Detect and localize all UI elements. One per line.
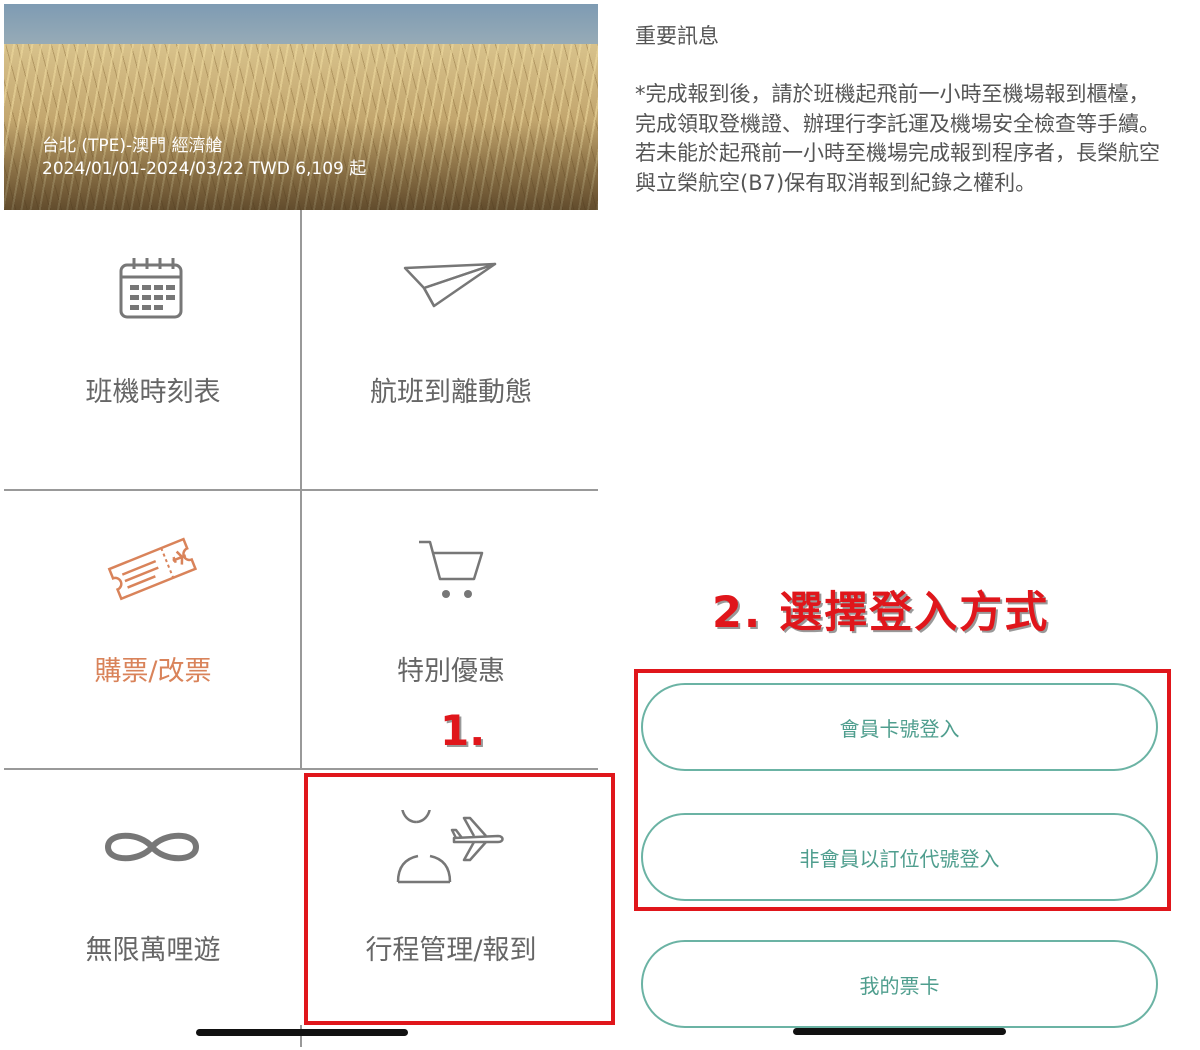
tile-label-ticket: 購票/改票 [94,656,212,687]
ticket-icon [107,537,198,601]
tile-label-schedule: 班機時刻表 [85,377,221,408]
nonmember-booking-code-login-button[interactable]: 非會員以訂位代號登入 [641,813,1158,901]
calendar-icon [119,258,183,319]
my-ticket-card-button[interactable]: 我的票卡 [641,940,1158,1028]
shopping-cart-icon [419,540,484,598]
tile-buy-change-ticket[interactable]: 購票/改票 [4,491,300,768]
tile-label-offers: 特別優惠 [397,656,505,687]
banner-route: 台北 (TPE)-澳門 經濟艙 [42,136,223,156]
paper-plane-icon [403,262,497,308]
annotation-step1: 1. [440,706,486,755]
home-indicator-left[interactable] [196,1029,408,1036]
infinity-icon [104,832,200,862]
tile-label-infinity: 無限萬哩遊 [85,935,221,966]
notice-title: 重要訊息 [635,24,719,48]
tile-infinity-mileage[interactable]: 無限萬哩遊 [4,770,300,1047]
promo-banner[interactable]: 台北 (TPE)-澳門 經濟艙 2024/01/01-2024/03/22 TW… [4,4,598,210]
notice-body: *完成報到後，請於班機起飛前一小時至機場報到櫃檯，完成領取登機證、辦理行李託運及… [635,82,1160,195]
banner-detail: 2024/01/01-2024/03/22 TWD 6,109 起 [42,159,367,179]
annotation-step2: 2. 選擇登入方式 [712,588,1050,638]
highlight-box-step1 [304,773,615,1025]
home-indicator-right[interactable] [793,1028,1006,1035]
tile-flight-schedule[interactable]: 班機時刻表 [4,210,300,489]
tile-label-status: 航班到離動態 [370,377,532,408]
tile-flight-status[interactable]: 航班到離動態 [302,210,598,489]
member-login-button[interactable]: 會員卡號登入 [641,683,1158,771]
